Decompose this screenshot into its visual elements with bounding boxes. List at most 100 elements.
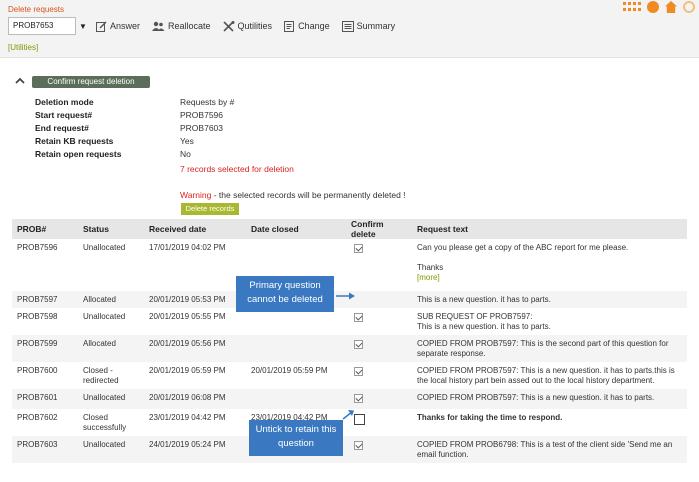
table-row: PROB7597 Allocated 20/01/2019 05:53 PM T… — [12, 291, 687, 308]
status-cell: Unallocated — [78, 389, 144, 409]
answer-button[interactable]: Answer — [96, 21, 140, 32]
detail-label: End request# — [35, 122, 89, 133]
request-text-cell: Thanks for taking the time to respond. — [417, 413, 563, 422]
help-icon[interactable] — [647, 1, 659, 13]
confirm-cell — [346, 239, 412, 291]
table-row: PROB7601 Unallocated 20/01/2019 06:08 PM… — [12, 389, 687, 409]
answer-label: Answer — [110, 21, 141, 31]
status-cell: Allocated — [78, 291, 144, 308]
detail-row: Retain open requests No — [35, 147, 234, 160]
detail-row: Deletion mode Requests by # — [35, 95, 234, 108]
detail-label: Retain KB requests — [35, 135, 114, 146]
detail-value: PROB7596 — [180, 109, 223, 120]
request-text-cell: This is a new question. it has to parts. — [412, 291, 687, 308]
column-header[interactable]: Status — [78, 219, 144, 239]
change-button[interactable]: Change — [284, 20, 330, 32]
change-label: Change — [298, 21, 330, 31]
request-text-extra: Thanks — [417, 263, 444, 272]
column-header[interactable]: Received date — [144, 219, 246, 239]
callout-untick: Untick to retain this question — [249, 420, 343, 456]
column-header[interactable]: Confirm delete — [346, 219, 412, 239]
detail-value: Requests by # — [180, 96, 235, 107]
status-cell: Unallocated — [83, 312, 126, 321]
received-date-cell: 24/01/2019 05:24 PM — [144, 436, 246, 463]
confirm-cell — [346, 335, 412, 362]
reallocate-label: Reallocate — [168, 21, 211, 31]
closed-date-cell — [246, 308, 346, 335]
utilities-link[interactable]: [Utilities] — [8, 43, 38, 52]
column-header[interactable]: Date closed — [246, 219, 346, 239]
summary-button[interactable]: Summary — [341, 20, 396, 32]
prob-id[interactable]: PROB7602 — [12, 409, 78, 436]
detail-label: Start request# — [35, 109, 93, 120]
detail-row: End request# PROB7603 — [35, 121, 234, 134]
request-text: SUB REQUEST OF PROB7597: — [417, 312, 533, 321]
request-text-extra: This is a new question. it has to parts. — [417, 322, 551, 331]
confirm-cell — [346, 308, 412, 335]
confirm-cell — [346, 436, 412, 463]
confirm-delete-checkbox[interactable] — [354, 414, 365, 425]
edit-icon — [96, 21, 107, 32]
received-date-cell: 20/01/2019 06:08 PM — [144, 389, 246, 409]
chevron-up-icon[interactable] — [15, 76, 25, 86]
deletion-details: Deletion mode Requests by # Start reques… — [35, 95, 234, 160]
prob-id[interactable]: PROB7603 — [12, 436, 78, 463]
table-row: PROB7599 Allocated 20/01/2019 05:56 PM C… — [12, 335, 687, 362]
request-text-cell: COPIED FROM PROB7597: This is a new ques… — [417, 366, 675, 385]
summary-label: Summary — [356, 21, 396, 31]
confirm-delete-checkbox[interactable] — [354, 313, 363, 322]
confirm-delete-checkbox[interactable] — [354, 244, 363, 253]
users-icon — [152, 21, 165, 31]
confirm-delete-checkbox[interactable] — [354, 441, 363, 450]
confirm-cell — [346, 389, 412, 409]
received-date-cell: 23/01/2019 04:42 PM — [149, 413, 226, 422]
received-date-cell: 17/01/2019 04:02 PM — [149, 243, 226, 252]
top-bar: Delete requests PROB7653 ▼ Answer Reallo… — [0, 0, 699, 58]
table-row: PROB7600 Closed - redirected 20/01/2019 … — [12, 362, 687, 389]
list-icon — [341, 20, 354, 32]
column-header[interactable]: PROB# — [12, 219, 78, 239]
settings-icon[interactable] — [683, 1, 695, 13]
prob-id[interactable]: PROB7600 — [12, 362, 78, 389]
warning-message: Warning - the selected records will be p… — [180, 190, 406, 200]
confirm-delete-checkbox[interactable] — [354, 367, 363, 376]
confirm-delete-checkbox[interactable] — [354, 394, 363, 403]
reallocate-button[interactable]: Reallocate — [152, 21, 211, 32]
chevron-down-icon[interactable]: ▼ — [76, 22, 90, 31]
home-icon[interactable] — [665, 1, 677, 13]
detail-label: Deletion mode — [35, 96, 94, 107]
warning-prefix: Warning — [180, 190, 212, 200]
prob-id[interactable]: PROB7598 — [12, 308, 78, 335]
top-icons — [623, 0, 695, 14]
detail-label: Retain open requests — [35, 148, 122, 159]
received-date-cell: 20/01/2019 05:55 PM — [149, 312, 226, 321]
detail-value: No — [180, 148, 191, 159]
request-select[interactable]: PROB7653 — [8, 17, 76, 35]
prob-id[interactable]: PROB7601 — [12, 389, 78, 409]
closed-date-cell — [246, 389, 346, 409]
table-row: PROB7596 Unallocated 17/01/2019 04:02 PM… — [12, 239, 687, 291]
closed-date-cell — [246, 335, 346, 362]
status-cell: Closed - redirected — [83, 366, 119, 385]
warning-text: - the selected records will be permanent… — [211, 190, 406, 200]
confirm-delete-checkbox[interactable] — [354, 340, 363, 349]
prob-id[interactable]: PROB7596 — [12, 239, 78, 291]
status-cell: Unallocated — [78, 436, 144, 463]
request-text-cell: COPIED FROM PROB6798: This is a test of … — [412, 436, 687, 463]
prob-id[interactable]: PROB7599 — [12, 335, 78, 362]
page-title: Delete requests — [8, 5, 65, 14]
received-date-cell: 20/01/2019 05:53 PM — [144, 291, 246, 308]
closed-date-cell: 20/01/2019 05:59 PM — [251, 366, 328, 375]
confirm-cell — [346, 291, 412, 308]
detail-value: Yes — [180, 135, 194, 146]
request-text-cell: COPIED FROM PROB7597: This is a new ques… — [412, 389, 687, 409]
qutilities-button[interactable]: Qutilities — [222, 20, 272, 32]
prob-id[interactable]: PROB7597 — [12, 291, 78, 308]
more-link[interactable]: [more] — [417, 273, 682, 283]
apps-grid-icon[interactable] — [623, 2, 641, 12]
column-header[interactable]: Request text — [412, 219, 687, 239]
table-header-row: PROB# Status Received date Date closed C… — [12, 219, 687, 239]
confirm-deletion-button[interactable]: Confirm request deletion — [32, 76, 150, 88]
delete-records-button[interactable]: Delete records — [181, 203, 239, 215]
request-text: Can you please get a copy of the ABC rep… — [417, 243, 629, 252]
